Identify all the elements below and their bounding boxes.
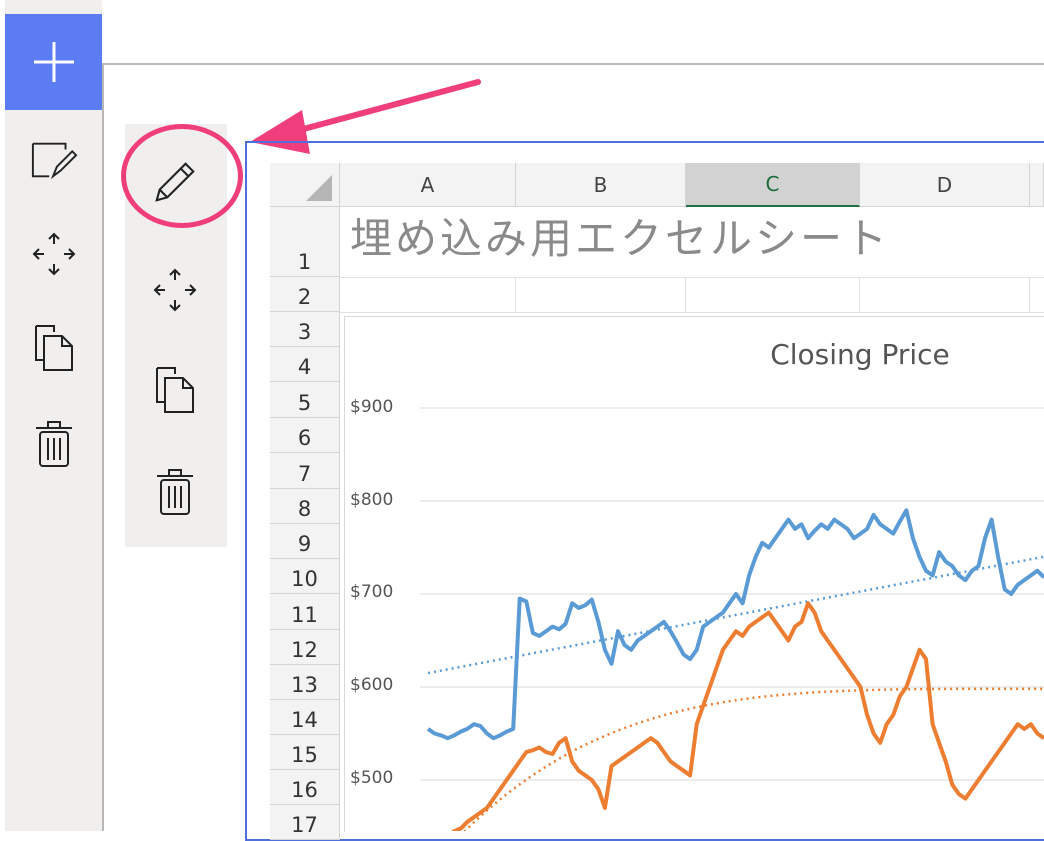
column-header-d[interactable]: D [860,163,1030,207]
row-header-13[interactable]: 13 [270,665,340,700]
row-header-5[interactable]: 5 [270,382,340,418]
move-icon [32,232,76,276]
y-tick-label: $600 [350,675,394,695]
row-header-6[interactable]: 6 [270,418,340,453]
delete-button[interactable] [30,420,78,468]
row-header-11[interactable]: 11 [270,594,340,630]
row-header-3[interactable]: 3 [270,312,340,347]
cell-a1-title[interactable]: 埋め込み用エクセルシート [350,205,890,266]
trash-icon [157,469,193,515]
delete-embed-button[interactable] [151,468,199,516]
left-toolbar [5,0,102,831]
y-tick-label: $800 [350,490,394,510]
row-header-8[interactable]: 8 [270,489,340,524]
highlight-circle [121,124,243,228]
gridline [340,312,1044,313]
column-header-b[interactable]: B [516,163,686,207]
trendline-1 [463,687,1044,831]
gridline [340,277,1044,278]
move-icon [153,268,197,312]
column-header-e[interactable] [1030,163,1044,207]
gridline [685,277,686,312]
row-header-2[interactable]: 2 [270,277,340,312]
row-header-1[interactable]: 1 [270,207,340,277]
edit-shape-icon [31,142,78,180]
add-button[interactable] [5,14,102,110]
move-embed-button[interactable] [151,266,199,314]
column-header-a[interactable]: A [340,163,516,207]
copy-button[interactable] [30,324,78,372]
row-header-10[interactable]: 10 [270,559,340,594]
row-header-15[interactable]: 15 [270,735,340,770]
row-header-9[interactable]: 9 [270,524,340,559]
edit-shape-button[interactable] [30,136,78,184]
column-header-c[interactable]: C [686,163,860,207]
row-header-12[interactable]: 12 [270,630,340,665]
gridline [859,277,860,312]
row-header-17[interactable]: 17 [270,805,340,840]
chart-plot [420,407,1044,831]
gridline [1029,277,1030,312]
select-all-corner[interactable] [270,163,340,207]
row-header-14[interactable]: 14 [270,700,340,735]
canvas-left-border [102,63,104,831]
row-header-16[interactable]: 16 [270,770,340,805]
y-tick-label: $500 [350,768,394,788]
copy-icon [35,325,73,371]
corner-triangle-icon [306,175,332,201]
plus-icon [33,42,74,82]
gridline [515,277,516,312]
copy-embed-button[interactable] [151,366,199,414]
row-header-4[interactable]: 4 [270,347,340,382]
y-tick-label: $900 [350,397,394,417]
row-header-7[interactable]: 7 [270,453,340,489]
series-line-1 [451,601,1044,831]
y-tick-label: $700 [350,582,394,602]
series-line-0 [426,508,1044,741]
move-button[interactable] [30,230,78,278]
canvas-top-border [102,63,1044,65]
copy-icon [156,367,194,413]
trash-icon [36,421,72,467]
